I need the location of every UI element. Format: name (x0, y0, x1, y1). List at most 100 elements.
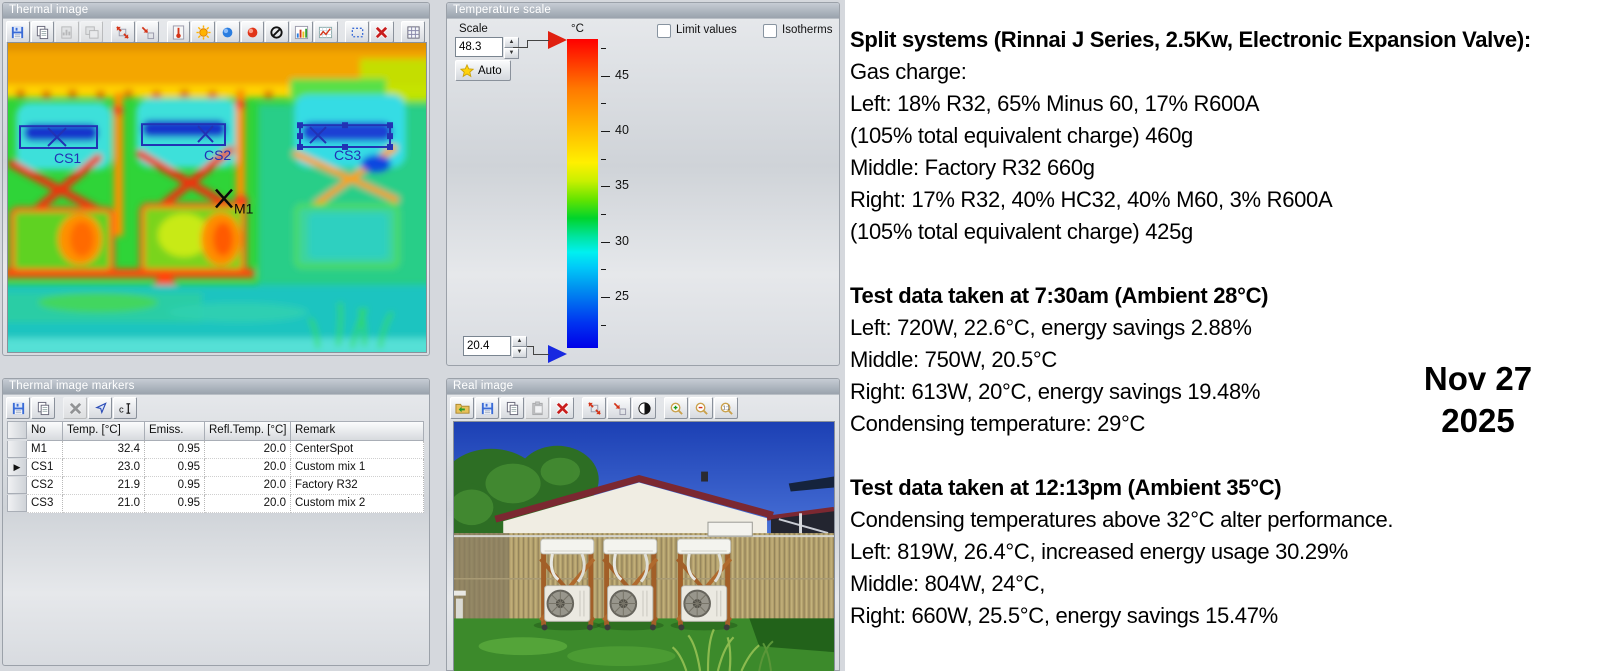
row-selector[interactable] (7, 441, 27, 458)
contrast-icon[interactable] (632, 397, 656, 419)
cold-spot-icon[interactable] (216, 21, 240, 43)
cell-no: CS1 (27, 459, 63, 477)
row-selector[interactable] (7, 477, 27, 494)
delete-icon[interactable] (550, 397, 574, 419)
cell-refl_temp: 20.0 (205, 477, 291, 495)
column-header: Remark (291, 421, 424, 441)
pointer-icon[interactable] (88, 397, 112, 419)
thermal-image: CS1 CS2 CS3 M1 (8, 43, 426, 352)
thermal-panel-title: Thermal image (3, 3, 429, 19)
row-selector[interactable]: ▶ (7, 459, 27, 476)
histogram-icon[interactable] (290, 21, 314, 43)
shrink-icon[interactable] (607, 397, 631, 419)
temperature-scale-panel: Temperature scale Scale ▲ ▼ Auto °C Limi… (446, 2, 840, 366)
thermal-image-panel: Thermal image (2, 2, 430, 356)
no-measure-icon[interactable] (265, 21, 289, 43)
column-header: Emiss. (145, 421, 205, 441)
thermal-analysis-app: Thermal image (0, 0, 1621, 671)
note-line: Middle: 804W, 24°C, (850, 568, 1620, 600)
rename-icon[interactable]: c (113, 397, 137, 419)
scale-max-input[interactable] (455, 37, 503, 57)
row-selector-header (7, 421, 27, 439)
toolbar-separator (395, 22, 402, 42)
table-row[interactable]: CS321.00.9520.0Custom mix 2 (7, 495, 424, 513)
cell-remark: Custom mix 1 (291, 459, 424, 477)
cell-emiss: 0.95 (145, 495, 205, 513)
row-selector[interactable] (7, 495, 27, 512)
toolbar-separator (339, 22, 346, 42)
table-row[interactable]: CS221.90.9520.0Factory R32 (7, 477, 424, 495)
sun-icon[interactable] (191, 21, 215, 43)
markers-table: NoTemp. [°C]Emiss.Refl.Temp. [°C]RemarkM… (7, 421, 424, 513)
limit-values-label: Limit values (676, 24, 737, 36)
cell-no: CS3 (27, 495, 63, 513)
note-line: Gas charge: (850, 56, 1620, 88)
marker-m1-label: M1 (234, 200, 254, 216)
scale-tick-label: 30 (615, 234, 629, 248)
thermal-markers-panel: Thermal image markers c NoTemp. [°C]Emis… (2, 378, 430, 666)
cell-emiss: 0.95 (145, 477, 205, 495)
date-line-1: Nov 27 (1398, 358, 1558, 400)
zoom-in-icon[interactable] (664, 397, 688, 419)
save-icon[interactable] (6, 21, 30, 43)
save-icon[interactable] (475, 397, 499, 419)
date-line-2: 2025 (1398, 400, 1558, 442)
scale-min-down-button[interactable]: ▼ (512, 347, 527, 358)
enlarge-icon[interactable] (111, 21, 135, 43)
note-spacer (850, 248, 1620, 280)
copy-icon[interactable] (31, 21, 55, 43)
shrink-icon[interactable] (136, 21, 160, 43)
scale-min-input[interactable] (463, 336, 511, 356)
profile-icon[interactable] (314, 21, 338, 43)
copy-icon[interactable] (31, 397, 55, 419)
max-scale-handle[interactable] (548, 31, 567, 49)
report-icon (55, 21, 79, 43)
selection-icon[interactable] (345, 21, 369, 43)
copy-icon[interactable] (500, 397, 524, 419)
isotherms-checkbox[interactable] (763, 24, 777, 38)
scale-major-tick (601, 76, 610, 77)
max-connector (513, 47, 528, 48)
max-connector (527, 40, 549, 41)
note-line: Right: 17% R32, 40% HC32, 40% M60, 3% R6… (850, 184, 1620, 216)
min-connector (533, 354, 549, 355)
table-row[interactable]: ▶CS123.00.9520.0Custom mix 1 (7, 459, 424, 477)
enlarge-icon[interactable] (582, 397, 606, 419)
open-icon[interactable] (450, 397, 474, 419)
markers-toolbar: c (3, 395, 429, 421)
max-connector (527, 40, 528, 48)
scale-min-spinner: ▲ ▼ (463, 336, 527, 356)
zoom-out-icon[interactable] (689, 397, 713, 419)
real-image-panel: Real image 1:1 (446, 378, 840, 671)
limit-values-checkbox[interactable] (657, 24, 671, 38)
note-line: (105% total equivalent charge) 425g (850, 216, 1620, 248)
cell-no: M1 (27, 441, 63, 459)
delete-icon[interactable] (370, 21, 394, 43)
svg-text:1:1: 1:1 (722, 405, 729, 411)
scale-minor-tick (601, 103, 606, 104)
thermometer-icon[interactable] (167, 21, 191, 43)
scale-max-spinner: ▲ ▼ (455, 37, 519, 57)
cell-remark: Factory R32 (291, 477, 424, 495)
grid-icon[interactable] (401, 21, 425, 43)
scale-tick-label: 25 (615, 289, 629, 303)
cell-emiss: 0.95 (145, 459, 205, 477)
save-icon[interactable] (6, 397, 30, 419)
scale-minor-tick (601, 214, 606, 215)
cell-temp: 32.4 (63, 441, 145, 459)
scale-min-up-button[interactable]: ▲ (512, 336, 527, 347)
auto-scale-button[interactable]: Auto (455, 60, 511, 81)
zoom-100-icon[interactable]: 1:1 (714, 397, 738, 419)
scale-unit-label: °C (571, 23, 584, 35)
hot-spot-icon[interactable] (241, 21, 265, 43)
table-row[interactable]: M132.40.9520.0CenterSpot (7, 441, 424, 459)
note-line: Left: 720W, 22.6°C, energy savings 2.88% (850, 312, 1620, 344)
marker-cs3-label: CS3 (334, 147, 361, 163)
date-annotation: Nov 27 2025 (1398, 358, 1558, 442)
cell-no: CS2 (27, 477, 63, 495)
isotherms-label: Isotherms (782, 24, 833, 36)
real-photo (454, 422, 834, 671)
scale-max-down-button[interactable]: ▼ (504, 48, 519, 59)
scale-major-tick (601, 297, 610, 298)
min-scale-handle[interactable] (548, 345, 567, 363)
